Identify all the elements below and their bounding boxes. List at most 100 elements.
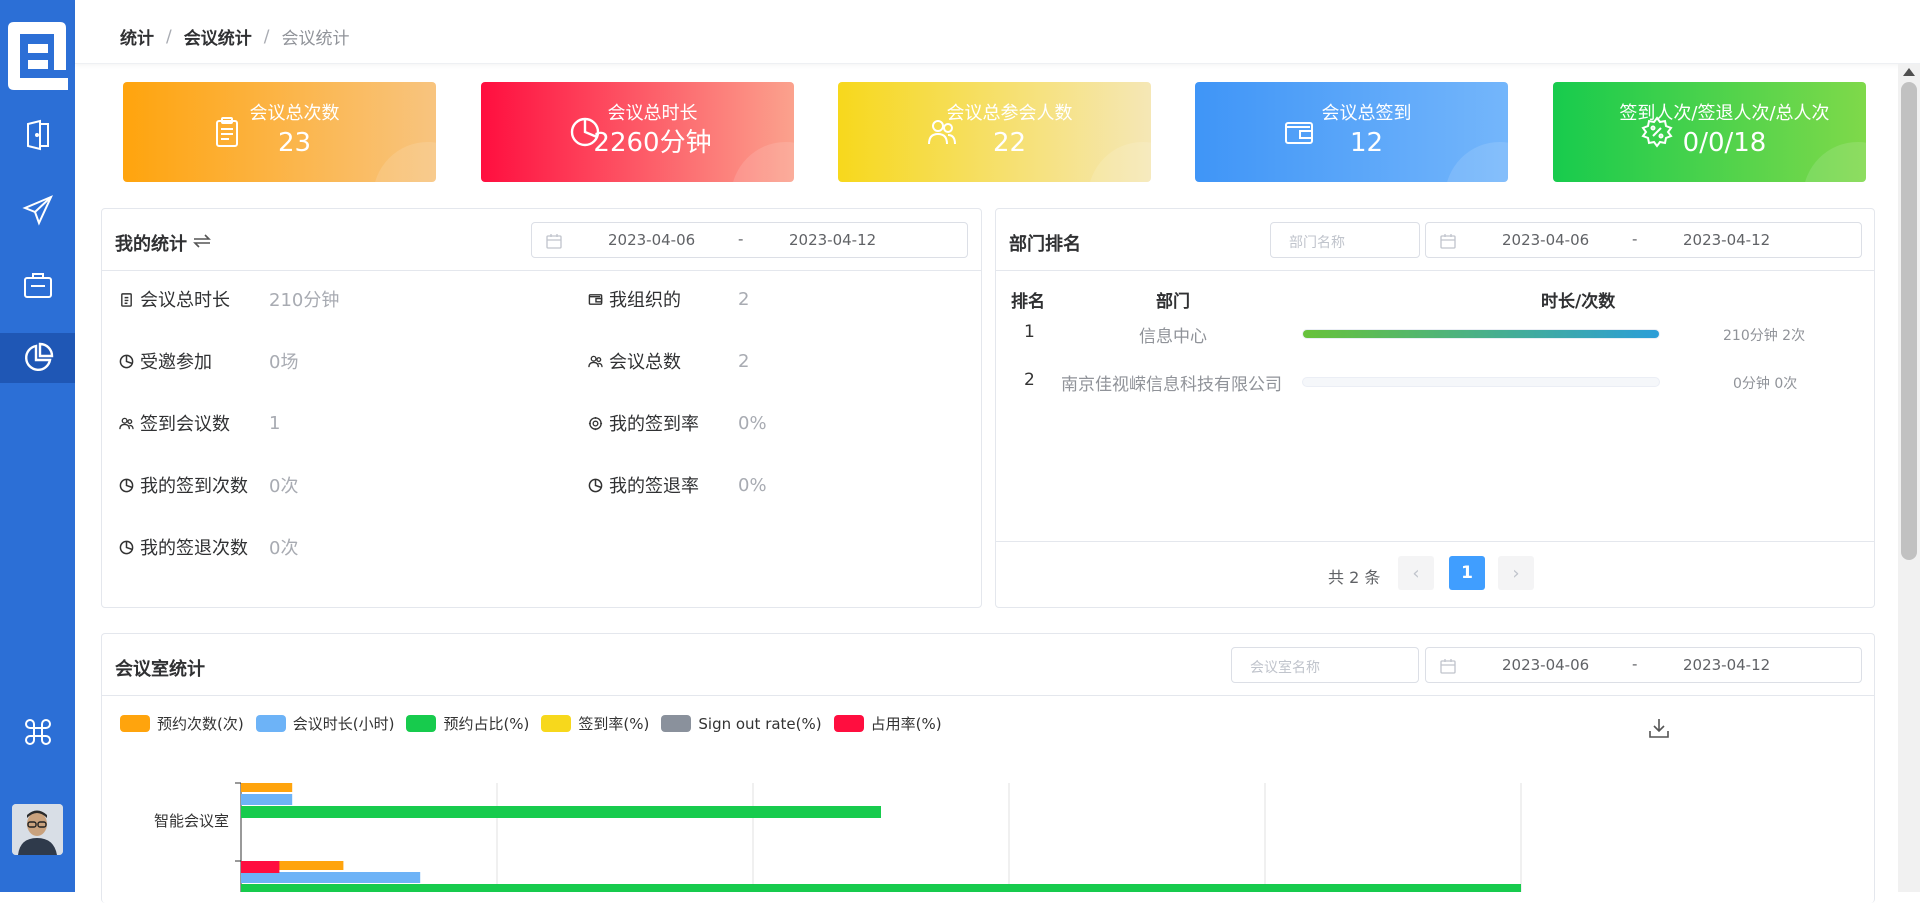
- pagination-page[interactable]: 1: [1449, 556, 1485, 590]
- chart-bar: [241, 872, 421, 883]
- card-value: 12: [1349, 128, 1384, 158]
- stat-label: 我的签到次数: [140, 476, 248, 497]
- legend-label: 占用率(%): [870, 715, 942, 733]
- progress-bar: [1302, 329, 1660, 339]
- stat-label: 我的签退率: [609, 476, 699, 497]
- breadcrumb-item[interactable]: 统计: [120, 24, 154, 49]
- legend-label: 预约占比(%): [443, 715, 530, 733]
- date-start[interactable]: 2023-04-06: [1502, 231, 1589, 249]
- card-label: 会议总次数: [249, 103, 340, 124]
- legend-swatch: [541, 715, 572, 732]
- stat-value: 0%: [738, 474, 767, 496]
- pagination-total: 共 2 条: [1328, 568, 1381, 587]
- legend-swatch: [255, 715, 286, 732]
- chart-legend: 预约次数(次) 会议时长(小时) 预约占比(%) 签到率(%) Sign out rat…: [120, 713, 942, 734]
- card-label: 会议总签到: [1321, 103, 1412, 124]
- summary-card-participants: 会议总参会人数 22: [838, 82, 1151, 182]
- legend-item[interactable]: 预约次数(次): [120, 713, 244, 734]
- summary-card-meeting-duration: 会议总时长 2260分钟: [481, 82, 794, 182]
- stat-total-meetings: 会议总数 2: [588, 348, 749, 374]
- chart-bar: [241, 884, 1521, 892]
- stat-organized: 我组织的 2: [588, 286, 749, 312]
- stat-value: 0次: [269, 476, 299, 497]
- wallet-icon: [588, 293, 603, 305]
- stat-invited: 受邀参加 0场: [119, 348, 298, 374]
- card-value: 0/0/18: [1682, 128, 1767, 158]
- nav-briefcase[interactable]: [0, 260, 75, 310]
- card-label: 会议总时长: [607, 103, 698, 124]
- stat-label: 会议总时长: [140, 290, 230, 311]
- date-start[interactable]: 2023-04-06: [608, 231, 695, 249]
- stat-my-signout-count: 我的签退次数 0次: [119, 534, 298, 560]
- summary-card-signin: 会议总签到 12: [1195, 82, 1508, 182]
- send-icon: [21, 195, 53, 226]
- legend-label: Sign out rate(%): [698, 714, 822, 733]
- scroll-up-arrow[interactable]: [1903, 68, 1915, 76]
- calendar-icon: [1440, 659, 1456, 674]
- chart-bar: [241, 794, 293, 805]
- legend-item[interactable]: Sign out rate(%): [661, 713, 822, 734]
- door-icon: [26, 119, 49, 151]
- stat-label: 受邀参加: [140, 352, 212, 373]
- calendar-icon: [1440, 234, 1456, 249]
- legend-item[interactable]: 预约占比(%): [406, 713, 529, 734]
- date-end[interactable]: 2023-04-12: [789, 231, 876, 249]
- pie-chart-icon: [119, 478, 134, 492]
- date-range-picker[interactable]: 2023-04-06 - 2023-04-12: [1425, 647, 1862, 683]
- date-separator: -: [1632, 230, 1638, 248]
- legend-swatch: [120, 715, 150, 732]
- pagination-next-button[interactable]: ›: [1498, 556, 1534, 590]
- room-stats-chart: 智能会议室: [154, 782, 1522, 892]
- avatar[interactable]: [12, 804, 63, 855]
- legend-item[interactable]: 签到率(%): [541, 713, 649, 734]
- app-logo[interactable]: [6, 22, 70, 90]
- rank-number: 1: [1024, 322, 1035, 342]
- stat-label: 会议总数: [609, 352, 681, 373]
- rank-number: 2: [1024, 370, 1035, 390]
- stat-value: 0场: [269, 352, 299, 373]
- column-header-duration: 时长/次数: [1541, 292, 1616, 312]
- my-stats-panel: 我的统计 2023-04-06 - 2023-04-12 会议总时长 210分钟…: [101, 208, 982, 608]
- card-label: 会议总参会人数: [946, 103, 1073, 124]
- date-end[interactable]: 2023-04-12: [1683, 656, 1770, 674]
- nav-statistics[interactable]: [0, 333, 75, 383]
- pagination-prev-button[interactable]: ‹: [1398, 556, 1434, 590]
- chart-bar: [241, 861, 280, 873]
- room-name-input[interactable]: 会议室名称: [1231, 647, 1419, 683]
- download-icon[interactable]: [1648, 717, 1670, 739]
- dept-name-input[interactable]: 部门名称: [1270, 222, 1420, 258]
- date-end[interactable]: 2023-04-12: [1683, 231, 1770, 249]
- card-label: 签到人次/签退人次/总人次: [1619, 103, 1830, 124]
- date-start[interactable]: 2023-04-06: [1502, 656, 1589, 674]
- top-header: 统计 / 会议统计 / 会议统计: [75, 0, 1920, 64]
- date-separator: -: [738, 230, 744, 248]
- panel-header: 我的统计 2023-04-06 - 2023-04-12: [102, 209, 981, 271]
- dept-stat: 210分钟 2次: [1723, 328, 1806, 344]
- breadcrumb-current: 会议统计: [281, 29, 350, 49]
- pie-chart-icon: [24, 342, 53, 371]
- legend-item[interactable]: 会议时长(小时): [255, 713, 394, 734]
- date-range-picker[interactable]: 2023-04-06 - 2023-04-12: [1425, 222, 1862, 258]
- nav-send[interactable]: [0, 185, 75, 235]
- sidebar: [0, 0, 75, 892]
- nav-apps[interactable]: [0, 707, 75, 757]
- stat-my-signin-count: 我的签到次数 0次: [119, 472, 298, 498]
- users-icon: [119, 417, 134, 429]
- panel-title: 我的统计: [115, 234, 187, 255]
- stat-my-signin-rate: 我的签到率 0%: [588, 410, 767, 436]
- stat-value: 2: [738, 350, 750, 372]
- swap-icon[interactable]: [193, 234, 211, 248]
- stat-my-signout-rate: 我的签退率 0%: [588, 472, 767, 498]
- legend-item[interactable]: 占用率(%): [833, 713, 942, 734]
- nav-door[interactable]: [0, 110, 75, 160]
- dept-name: 南京佳视嵘信息科技有限公司: [1061, 375, 1282, 395]
- chart-bar: [241, 783, 293, 792]
- breadcrumb-separator: /: [263, 26, 270, 47]
- scroll-thumb[interactable]: [1901, 82, 1917, 560]
- card-value: 23: [277, 128, 312, 158]
- dept-stat: 0分钟 0次: [1733, 376, 1798, 392]
- gear-icon: [588, 416, 603, 430]
- date-range-picker[interactable]: 2023-04-06 - 2023-04-12: [531, 222, 968, 258]
- stat-label: 我的签到率: [609, 414, 699, 435]
- breadcrumb-item[interactable]: 会议统计: [184, 24, 252, 49]
